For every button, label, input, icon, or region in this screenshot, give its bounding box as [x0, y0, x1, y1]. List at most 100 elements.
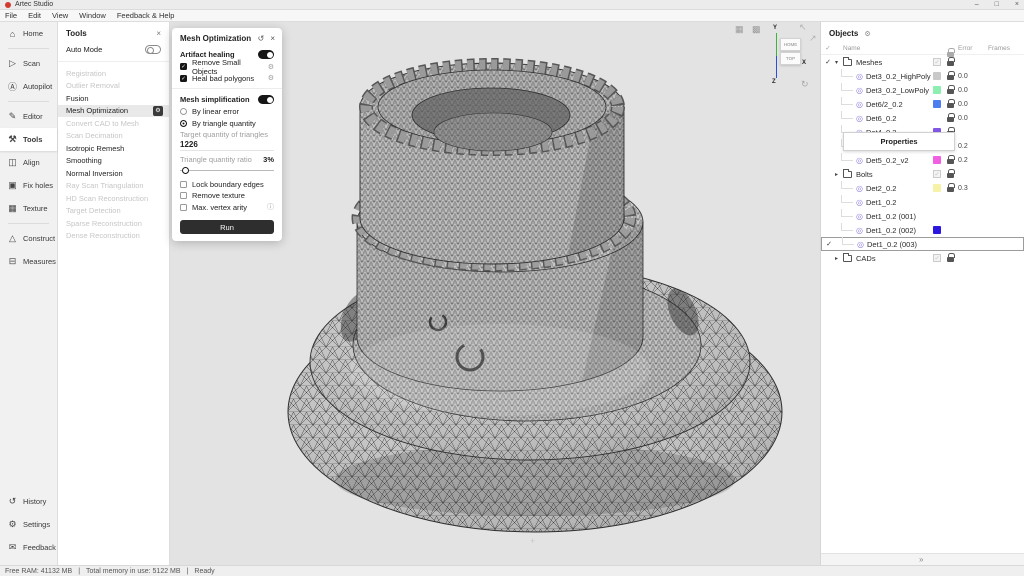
color-swatch[interactable] — [933, 156, 941, 164]
object-row-det5-0-2-v2[interactable]: ◎Det5_0.2_v20.2 — [821, 153, 1024, 167]
expand-arrow-icon[interactable]: ▸ — [835, 255, 843, 262]
checkbox[interactable] — [180, 204, 187, 211]
radio-button[interactable] — [180, 108, 187, 115]
group-checkbox[interactable]: ✓ — [933, 170, 941, 178]
lock-icon[interactable] — [946, 57, 958, 67]
sidebar-item-texture[interactable]: ▦Texture — [0, 197, 57, 220]
slider-knob[interactable] — [182, 167, 189, 174]
radio-by-triangle-quantity[interactable]: By triangle quantity — [172, 118, 282, 130]
expand-arrow-icon[interactable]: ▸ — [835, 171, 843, 178]
option-heal-bad-polygons[interactable]: ✓Heal bad polygons⚙ — [172, 73, 282, 85]
properties-tooltip[interactable]: Properties — [843, 132, 955, 151]
axis-z-label[interactable]: Z — [772, 79, 776, 85]
lock-icon[interactable] — [946, 253, 958, 263]
points-view-icon[interactable]: ▩ — [752, 24, 761, 35]
lock-icon[interactable] — [946, 85, 958, 95]
sidebar-item-settings[interactable]: ⚙Settings — [0, 513, 58, 536]
pan-arrow-icon[interactable]: ↖ — [799, 22, 807, 33]
tool-item-dense-reconstruction[interactable]: Dense Reconstruction — [58, 230, 169, 243]
axis-x-label[interactable]: X — [802, 60, 806, 66]
close-button[interactable]: × — [1015, 1, 1019, 8]
menu-window[interactable]: Window — [79, 11, 106, 20]
tool-item-ray-scan-triangulation[interactable]: Ray Scan Triangulation — [58, 180, 169, 193]
minimize-button[interactable]: – — [975, 1, 979, 8]
gear-icon[interactable]: ⚙ — [268, 63, 274, 71]
object-row-det6-0-2[interactable]: ◎Det6_0.20.0 — [821, 111, 1024, 125]
lock-icon[interactable] — [946, 183, 958, 193]
checkbox[interactable] — [180, 181, 187, 188]
menu-view[interactable]: View — [52, 11, 68, 20]
option-remove-small-objects[interactable]: ✓Remove Small Objects⚙ — [172, 61, 282, 73]
sidebar-item-measures[interactable]: ⊟Measures — [0, 250, 57, 273]
artifact-healing-toggle[interactable] — [258, 50, 274, 59]
group-checkbox[interactable]: ✓ — [933, 254, 941, 262]
radio-by-linear-error[interactable]: By linear error — [172, 106, 282, 118]
axis-y-label[interactable]: Y — [773, 25, 777, 31]
tool-item-outlier-removal[interactable]: Outlier Removal — [58, 80, 169, 93]
menu-file[interactable]: File — [5, 11, 17, 20]
lock-icon[interactable] — [946, 169, 958, 179]
tools-panel-close-icon[interactable]: × — [156, 29, 161, 38]
checkbox[interactable] — [180, 192, 187, 199]
gear-icon[interactable]: ⚙ — [268, 74, 274, 82]
target-quantity-input[interactable]: 1226 — [180, 139, 274, 151]
tool-item-registration[interactable]: Registration — [58, 67, 169, 80]
ratio-slider[interactable] — [180, 166, 274, 176]
sidebar-item-align[interactable]: ◫Align — [0, 151, 57, 174]
object-folder-cads[interactable]: ▸CADs✓ — [821, 251, 1024, 265]
object-row-det3-0-2-lowpoly[interactable]: ◎Det3_0.2_LowPoly0.0 — [821, 83, 1024, 97]
object-row-det1-0-2-003[interactable]: ✓◎Det1_0.2 (003) — [821, 237, 1024, 251]
object-folder-meshes[interactable]: ✓▾Meshes✓ — [821, 55, 1024, 69]
objects-settings-icon[interactable]: ⚙ — [864, 30, 870, 38]
radio-button[interactable] — [180, 120, 187, 127]
mesh-simplification-toggle[interactable] — [258, 95, 274, 104]
object-row-det1-0-2-002[interactable]: ◎Det1_0.2 (002) — [821, 223, 1024, 237]
tool-item-mesh-optimization[interactable]: Mesh Optimization⚙ — [58, 105, 169, 118]
tool-item-hd-scan-reconstruction[interactable]: HD Scan Reconstruction — [58, 192, 169, 205]
tool-item-fusion[interactable]: Fusion — [58, 92, 169, 105]
tool-item-isotropic-remesh[interactable]: Isotropic Remesh — [58, 142, 169, 155]
collapse-arrow-icon[interactable]: ▾ — [835, 59, 843, 66]
color-swatch[interactable] — [933, 72, 941, 80]
sidebar-item-history[interactable]: ↺History — [0, 490, 58, 513]
row-check[interactable]: ✓ — [822, 240, 836, 248]
sidebar-item-home[interactable]: ⌂Home — [0, 22, 57, 45]
sidebar-item-tools[interactable]: ⚒Tools — [0, 128, 57, 151]
expand-panel-icon[interactable]: » — [919, 555, 923, 564]
sidebar-item-fix-holes[interactable]: ▣Fix holes — [0, 174, 57, 197]
run-button[interactable]: Run — [180, 220, 274, 234]
rotate-view-icon[interactable]: ↻ — [801, 79, 809, 90]
tool-item-target-detection[interactable]: Target Detection — [58, 205, 169, 218]
option-remove-texture[interactable]: Remove texture — [172, 190, 282, 202]
sidebar-item-scan[interactable]: ▷Scan — [0, 52, 57, 75]
viewcube-face-home[interactable]: HOME — [780, 38, 801, 51]
object-row-det6-2-0-2[interactable]: ◎Det6/2_0.20.0 — [821, 97, 1024, 111]
tool-item-convert-cad-to-mesh[interactable]: Convert CAD to Mesh — [58, 117, 169, 130]
group-checkbox[interactable]: ✓ — [933, 58, 941, 66]
viewcube-face-top[interactable]: TOP — [780, 52, 801, 65]
object-row-det1-0-2[interactable]: ◎Det1_0.2 — [821, 195, 1024, 209]
color-swatch[interactable] — [933, 226, 941, 234]
object-folder-bolts[interactable]: ▸Bolts✓ — [821, 167, 1024, 181]
color-swatch[interactable] — [933, 184, 941, 192]
grid-view-icon[interactable]: ▦ — [735, 24, 744, 35]
option-lock-boundary-edges[interactable]: Lock boundary edges — [172, 179, 282, 191]
tool-item-normal-inversion[interactable]: Normal Inversion — [58, 167, 169, 180]
color-swatch[interactable] — [933, 86, 941, 94]
tool-item-scan-decimation[interactable]: Scan Decimation — [58, 130, 169, 143]
sidebar-item-construct[interactable]: △Construct — [0, 227, 57, 250]
checkbox[interactable]: ✓ — [180, 63, 187, 70]
lock-icon[interactable] — [946, 113, 958, 123]
maximize-button[interactable]: □ — [995, 1, 999, 8]
lock-icon[interactable] — [946, 99, 958, 109]
sidebar-item-autopilot[interactable]: ⒶAutopilot — [0, 75, 57, 98]
object-row-det1-0-2-001[interactable]: ◎Det1_0.2 (001) — [821, 209, 1024, 223]
option-max-vertex-arity[interactable]: Max. vertex arityⓘ — [172, 202, 282, 214]
pan-arrow-2-icon[interactable]: ↗ — [809, 33, 817, 44]
lock-icon[interactable] — [946, 155, 958, 165]
menu-feedback-help[interactable]: Feedback & Help — [117, 11, 175, 20]
sidebar-item-editor[interactable]: ✎Editor — [0, 105, 57, 128]
row-check[interactable]: ✓ — [821, 58, 835, 66]
tool-item-smoothing[interactable]: Smoothing — [58, 155, 169, 168]
object-row-det2-0-2[interactable]: ◎Det2_0.20.3 — [821, 181, 1024, 195]
